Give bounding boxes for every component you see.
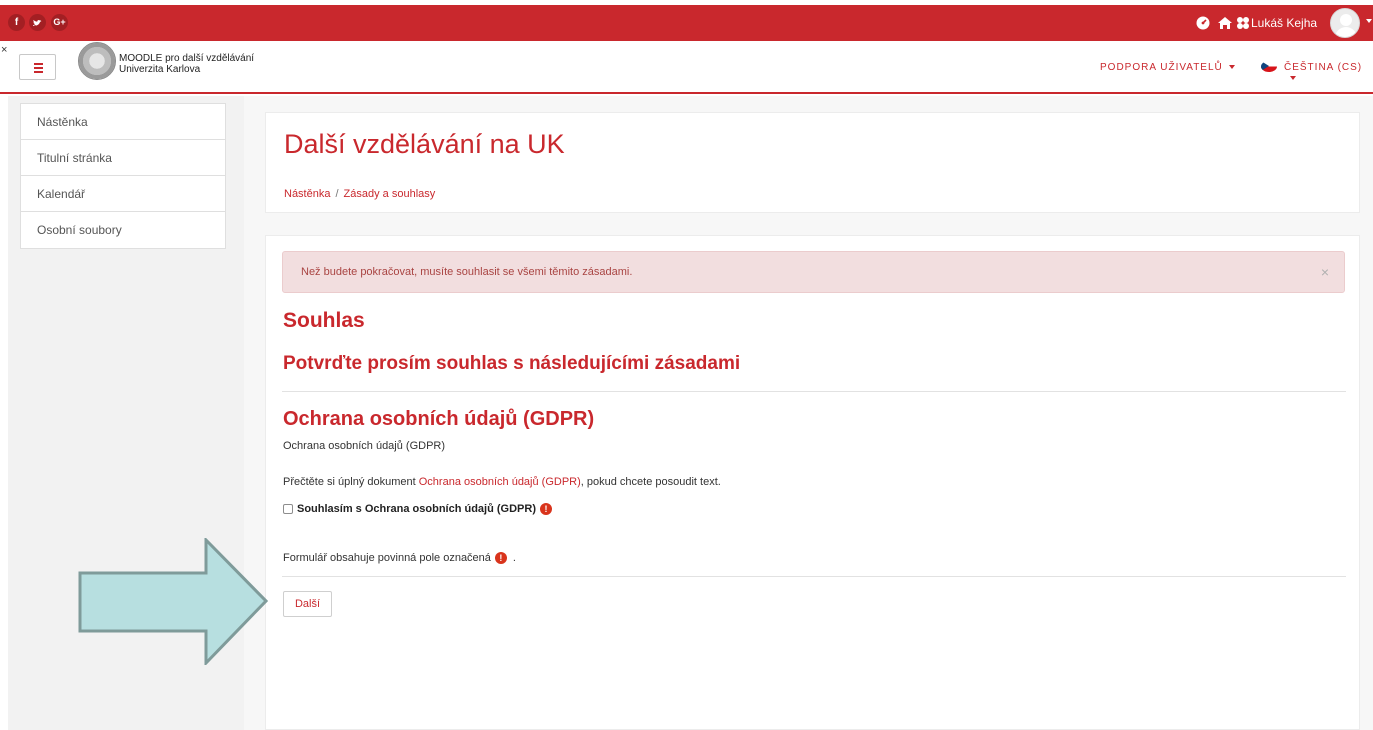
user-menu-caret-icon[interactable] [1366, 19, 1372, 23]
form-note-end: . [512, 552, 516, 564]
consent-checkbox[interactable] [283, 504, 293, 514]
consent-label[interactable]: Souhlasím s Ochrana osobních údajů (GDPR… [297, 503, 536, 515]
alert-text: Než budete pokračovat, musíte souhlasit … [301, 266, 633, 278]
chevron-down-icon [1228, 65, 1235, 70]
navbar: × MOODLE pro další vzdělávání Univerzita… [0, 41, 1373, 94]
next-button[interactable]: Další [283, 591, 332, 617]
form-note-text: Formulář obsahuje povinná pole označená [283, 552, 491, 564]
policy-read-text: Přečtěte si úplný dokument Ochrana osobn… [283, 476, 721, 488]
hamburger-line [34, 63, 43, 65]
divider [282, 576, 1346, 577]
breadcrumb-item-policies[interactable]: Zásady a souhlasy [344, 188, 436, 200]
annotation-arrow-icon [78, 538, 268, 665]
university-seal-logo[interactable] [78, 42, 116, 80]
breadcrumb-separator: / [335, 188, 339, 200]
consent-row: Souhlasím s Ochrana osobních údajů (GDPR… [283, 503, 552, 515]
policy-title: Ochrana osobních údajů (GDPR) [283, 408, 595, 430]
policy-document-link[interactable]: Ochrana osobních údajů (GDPR) [419, 476, 581, 488]
required-icon: ! [494, 552, 507, 564]
accessibility-icon[interactable] [1235, 15, 1251, 31]
site-name-line2[interactable]: Univerzita Karlova [119, 64, 200, 75]
site-name-line1[interactable]: MOODLE pro další vzdělávání [119, 53, 254, 64]
sidebar-navigation: Nástěnka Titulní stránka Kalendář Osobní… [20, 103, 226, 249]
hamburger-menu-button[interactable] [19, 54, 56, 80]
avatar-shoulders [1335, 27, 1357, 37]
sidebar-item-calendar[interactable]: Kalendář [21, 176, 225, 212]
sidebar-item-dashboard[interactable]: Nástěnka [21, 104, 225, 140]
twitter-icon[interactable] [29, 14, 46, 31]
language-menu-label: ČEŠTINA (CS) [1284, 62, 1363, 73]
required-fields-note: Formulář obsahuje povinná pole označená … [283, 552, 516, 564]
page-header-card: Další vzdělávání na UK Nástěnka / Zásady a… [265, 112, 1360, 213]
dashboard-icon[interactable] [1195, 15, 1211, 31]
sidebar-item-private-files[interactable]: Osobní soubory [21, 212, 225, 248]
home-icon[interactable] [1217, 15, 1233, 31]
hamburger-line [34, 67, 43, 69]
close-icon[interactable]: × [1, 44, 7, 56]
user-name[interactable]: Lukáš Kejha [1251, 16, 1317, 30]
avatar-head [1340, 14, 1352, 26]
google-plus-icon[interactable]: G+ [51, 14, 68, 31]
chevron-down-icon [1290, 76, 1296, 81]
avatar[interactable] [1330, 8, 1360, 38]
confirm-subheading: Potvrďte prosím souhlas s následujícími … [283, 353, 741, 374]
support-menu-label: PODPORA UŽIVATELŮ [1100, 62, 1223, 73]
policy-alert: Než budete pokračovat, musíte souhlasit … [282, 251, 1345, 293]
breadcrumb: Nástěnka / Zásady a souhlasy [284, 188, 435, 200]
breadcrumb-item-dashboard[interactable]: Nástěnka [284, 188, 330, 200]
hamburger-line [34, 71, 43, 73]
divider [282, 391, 1346, 392]
consent-heading: Souhlas [283, 309, 365, 332]
page-title: Další vzdělávání na UK [284, 129, 565, 159]
sidebar-item-front-page[interactable]: Titulní stránka [21, 140, 225, 176]
support-menu[interactable]: PODPORA UŽIVATELŮ [1100, 62, 1235, 73]
czech-flag-icon [1261, 61, 1277, 72]
read-prefix: Přečtěte si úplný dokument [283, 476, 416, 488]
read-suffix: , pokud chcete posoudit text. [580, 476, 721, 488]
required-icon: ! [539, 503, 552, 515]
top-social-bar: f G+ Lukáš Kejha [0, 5, 1373, 41]
alert-close-icon[interactable]: × [1321, 252, 1329, 292]
language-menu[interactable]: ČEŠTINA (CS) [1284, 62, 1373, 84]
policy-summary: Ochrana osobních údajů (GDPR) [283, 440, 446, 452]
facebook-icon[interactable]: f [8, 14, 25, 31]
main-content-card: Než budete pokračovat, musíte souhlasit … [265, 235, 1360, 730]
